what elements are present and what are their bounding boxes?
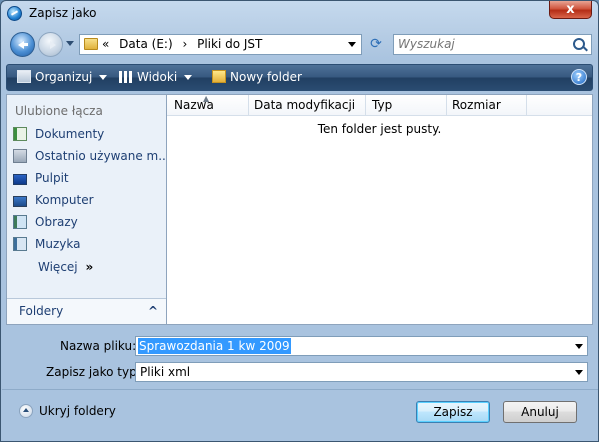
folders-toggle-bar[interactable]: Foldery ^ <box>7 298 166 324</box>
hide-folders-label: Ukryj foldery <box>39 404 116 418</box>
empty-folder-message: Ten folder jest pusty. <box>317 122 442 136</box>
breadcrumb-item-data-drive[interactable]: Data (E:) <box>119 37 172 51</box>
close-button[interactable]: x <box>549 1 592 19</box>
nav-item-documents[interactable]: Dokumenty <box>13 127 163 147</box>
organize-label: Organizuj <box>35 70 93 84</box>
desktop-icon <box>13 174 27 185</box>
column-date-modified[interactable]: Data modyfikacji <box>254 98 355 112</box>
chevron-down-icon[interactable] <box>575 344 583 353</box>
nav-item-label: Komputer <box>35 193 94 207</box>
save-button[interactable]: Zapisz <box>416 401 490 423</box>
more-label: Więcej <box>38 260 78 274</box>
filename-field[interactable]: Sprawozdania 1 kw 2009 <box>135 336 588 356</box>
new-folder-icon <box>212 70 226 83</box>
back-button[interactable] <box>10 32 35 57</box>
nav-item-label: Dokumenty <box>35 127 105 141</box>
nav-item-label: Pulpit <box>35 171 69 185</box>
address-row: « Data (E:) › Pliki do JST ⟳ <box>1 27 598 61</box>
navigation-pane: Ulubione łącza Dokumenty Ostatnio używan… <box>6 94 170 325</box>
column-divider[interactable] <box>526 95 527 115</box>
breadcrumb-separator[interactable]: › <box>182 37 187 51</box>
pictures-icon <box>13 215 27 229</box>
command-bar: Organizuj Widoki Nowy folder ? <box>6 64 593 91</box>
nav-item-label: Ostatnio używane m... <box>35 149 170 163</box>
address-dropdown-arrow[interactable] <box>348 42 356 51</box>
nav-item-desktop[interactable]: Pulpit <box>13 171 163 191</box>
folder-icon <box>84 38 98 50</box>
search-input[interactable] <box>398 36 558 52</box>
views-icon <box>119 71 133 83</box>
nav-item-pictures[interactable]: Obrazy <box>13 215 163 235</box>
breadcrumb-item-pliki-do-jst[interactable]: Pliki do JST <box>197 37 262 51</box>
refresh-icon[interactable]: ⟳ <box>366 36 386 53</box>
new-folder-label: Nowy folder <box>230 70 302 84</box>
forward-button[interactable] <box>38 32 63 57</box>
cancel-button[interactable]: Anuluj <box>503 401 577 423</box>
computer-icon <box>13 196 27 207</box>
nav-item-label: Obrazy <box>35 215 78 229</box>
search-box[interactable] <box>393 34 592 55</box>
organize-button[interactable]: Organizuj <box>17 70 108 84</box>
folders-label: Foldery <box>19 304 64 318</box>
recent-places-icon <box>13 149 27 163</box>
music-icon <box>13 237 27 251</box>
sort-ascending-icon: ▲ <box>203 94 210 103</box>
app-icon <box>7 6 22 21</box>
save-as-dialog: Zapisz jako x « Data (E:) › Pliki do JST… <box>0 0 599 442</box>
filename-label: Nazwa pliku: <box>60 339 137 353</box>
breadcrumb: « Data (E:) › Pliki do JST <box>102 37 268 51</box>
column-size[interactable]: Rozmiar <box>452 98 501 112</box>
favorite-links-header: Ulubione łącza <box>15 104 103 118</box>
column-type[interactable]: Typ <box>372 98 392 112</box>
recent-pages-dropdown[interactable] <box>66 41 74 50</box>
window-title: Zapisz jako <box>29 6 97 20</box>
nav-item-computer[interactable]: Komputer <box>13 193 163 213</box>
filetype-value: Pliki xml <box>140 365 191 379</box>
nav-item-label: Muzyka <box>35 237 81 251</box>
chevron-up-icon <box>19 404 33 418</box>
file-list[interactable]: Nazwa ▲ Data modyfikacji Typ Rozmiar Ten… <box>166 94 593 325</box>
chevron-down-icon[interactable] <box>575 370 583 379</box>
column-header-row: Nazwa ▲ Data modyfikacji Typ Rozmiar <box>167 94 592 116</box>
title-bar[interactable]: Zapisz jako x <box>1 1 598 27</box>
hide-folders-button[interactable]: Ukryj foldery <box>19 404 116 418</box>
views-label: Widoki <box>137 70 178 84</box>
nav-item-music[interactable]: Muzyka <box>13 237 163 257</box>
help-icon[interactable]: ? <box>571 69 587 85</box>
chevron-right-icon: » <box>85 260 94 274</box>
column-divider[interactable] <box>365 95 366 115</box>
organize-icon <box>17 70 31 83</box>
chevron-down-icon <box>184 75 193 84</box>
chevron-down-icon <box>99 75 108 84</box>
search-icon[interactable] <box>573 38 585 50</box>
column-divider[interactable] <box>248 95 249 115</box>
divider <box>2 389 598 390</box>
new-folder-button[interactable]: Nowy folder <box>212 70 302 84</box>
column-divider[interactable] <box>446 95 447 115</box>
filetype-label: Zapisz jako typ: <box>46 365 141 379</box>
nav-item-recent-places[interactable]: Ostatnio używane m... <box>13 149 170 169</box>
documents-icon <box>13 127 27 141</box>
filename-value[interactable]: Sprawozdania 1 kw 2009 <box>138 338 291 354</box>
address-bar[interactable]: « Data (E:) › Pliki do JST <box>79 34 362 55</box>
breadcrumb-overflow[interactable]: « <box>102 37 109 51</box>
filetype-select[interactable]: Pliki xml <box>135 362 588 382</box>
chevron-up-icon[interactable]: ^ <box>148 304 158 318</box>
views-button[interactable]: Widoki <box>119 70 193 84</box>
